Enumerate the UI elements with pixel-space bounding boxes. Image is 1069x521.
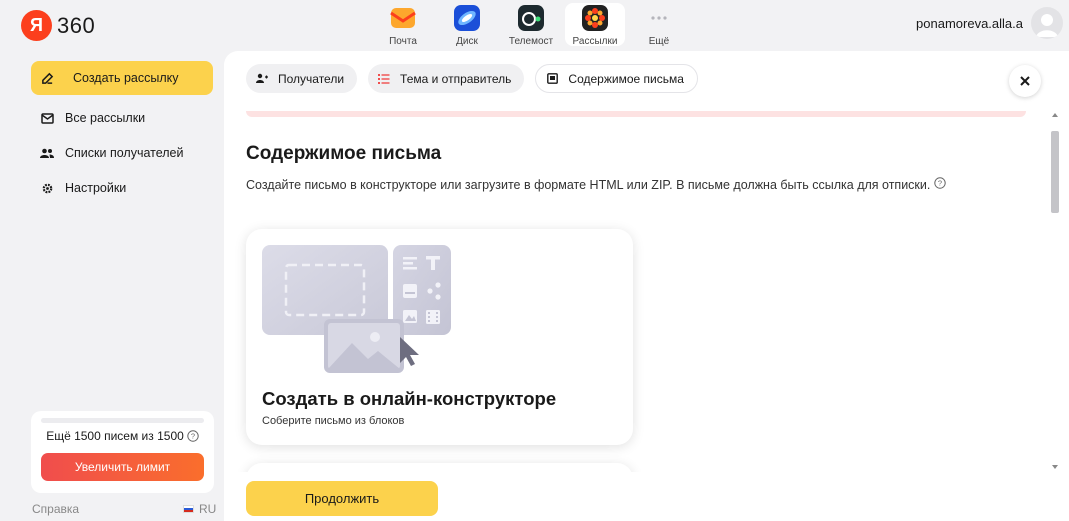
- sidebar: Создать рассылку Все рассылки Списки пол…: [22, 51, 222, 521]
- app-switcher: Почта Диск Телемост Рассылки Ещё: [373, 3, 693, 47]
- wizard-steps: Получатели Тема и отправитель Содержимое…: [246, 64, 709, 93]
- continue-button[interactable]: Продолжить: [246, 481, 438, 516]
- user-menu[interactable]: ponamoreva.alla.a: [916, 7, 1063, 39]
- document-icon: [546, 73, 558, 85]
- avatar[interactable]: [1031, 7, 1063, 39]
- scrollbar-thumb[interactable]: [1051, 131, 1059, 213]
- step-label: Получатели: [278, 71, 345, 86]
- app-telemost-label: Телемост: [508, 36, 554, 47]
- step-label: Тема и отправитель: [400, 71, 512, 86]
- mail-limit-card: Ещё 1500 писем из 1500 ? Увеличить лимит: [31, 411, 214, 493]
- builder-illustration: [262, 243, 452, 378]
- disk-icon: [454, 5, 480, 31]
- scrollbar[interactable]: [1050, 111, 1060, 471]
- svg-text:?: ?: [191, 432, 195, 441]
- help-link[interactable]: Справка: [32, 502, 79, 516]
- scroll-up-arrow-icon[interactable]: [1052, 113, 1058, 117]
- telemost-icon: [518, 5, 544, 31]
- sidebar-item-label: Настройки: [65, 181, 127, 195]
- sidebar-item-create-mailing[interactable]: Создать рассылку: [31, 61, 213, 95]
- app-mailings-label: Рассылки: [572, 36, 618, 47]
- scroll-down-arrow-icon[interactable]: [1052, 465, 1058, 469]
- help-circle-icon[interactable]: ?: [187, 430, 199, 442]
- person-add-icon: [256, 73, 268, 85]
- sidebar-item-recipient-lists[interactable]: Списки получателей: [31, 136, 213, 170]
- more-icon: [646, 5, 672, 31]
- step-label: Содержимое письма: [568, 71, 684, 86]
- page-description: Создайте письмо в конструкторе или загру…: [246, 177, 931, 192]
- help-circle-icon[interactable]: ?: [934, 177, 947, 192]
- top-bar: Я 360 Почта Диск Телемост Рассылки Ещё p…: [0, 0, 1069, 51]
- mail-icon: [390, 5, 416, 31]
- page-title: Содержимое письма: [246, 143, 442, 164]
- language-label: RU: [199, 502, 217, 516]
- increase-limit-button[interactable]: Увеличить лимит: [41, 453, 204, 481]
- app-disk-label: Диск: [456, 36, 478, 47]
- edit-icon: [40, 71, 54, 85]
- sidebar-item-settings[interactable]: Настройки: [31, 171, 213, 205]
- app-mail[interactable]: Почта: [373, 3, 433, 47]
- limit-text: Ещё 1500 писем из 1500: [46, 429, 184, 443]
- logo-360-text: 360: [57, 12, 96, 38]
- list-icon: [378, 73, 390, 85]
- close-button[interactable]: [1009, 65, 1041, 97]
- page-description-row: Создайте письмо в конструкторе или загру…: [246, 177, 947, 192]
- sidebar-item-label: Создать рассылку: [73, 71, 179, 85]
- step-subject-sender[interactable]: Тема и отправитель: [368, 64, 525, 93]
- app-mail-label: Почта: [389, 36, 417, 47]
- people-icon: [40, 146, 54, 160]
- card-subtitle: Соберите письмо из блоков: [262, 415, 405, 427]
- online-builder-card[interactable]: Создать в онлайн-конструкторе Соберите п…: [246, 229, 633, 445]
- main-panel: Получатели Тема и отправитель Содержимое…: [224, 51, 1069, 521]
- app-more-label: Ещё: [648, 36, 670, 47]
- notice-banner-edge: [246, 111, 1026, 117]
- app-telemost[interactable]: Телемост: [501, 3, 561, 47]
- close-icon: [1020, 76, 1030, 86]
- envelope-icon: [40, 111, 54, 125]
- mailings-icon: [582, 5, 608, 31]
- language-selector[interactable]: RU: [183, 502, 216, 516]
- sidebar-item-all-mailings[interactable]: Все рассылки: [31, 101, 213, 135]
- logo-ya-badge: Я: [21, 10, 52, 41]
- limit-progress-bar: [41, 418, 204, 423]
- limit-text-row: Ещё 1500 писем из 1500 ?: [31, 429, 214, 443]
- username: ponamoreva.alla.a: [916, 15, 1023, 31]
- footer-bar: Продолжить: [224, 472, 1052, 521]
- russia-flag-icon: [183, 505, 194, 513]
- sidebar-item-label: Все рассылки: [65, 111, 146, 125]
- svg-text:?: ?: [938, 179, 942, 188]
- yandex-360-logo[interactable]: Я 360: [21, 10, 95, 41]
- step-content[interactable]: Содержимое письма: [535, 64, 698, 93]
- sidebar-item-label: Списки получателей: [65, 146, 184, 160]
- step-recipients[interactable]: Получатели: [246, 64, 358, 93]
- gear-icon: [40, 181, 54, 195]
- app-more[interactable]: Ещё: [629, 3, 689, 47]
- app-disk[interactable]: Диск: [437, 3, 497, 47]
- card-title: Создать в онлайн-конструкторе: [262, 388, 557, 409]
- app-mailings[interactable]: Рассылки: [565, 3, 625, 47]
